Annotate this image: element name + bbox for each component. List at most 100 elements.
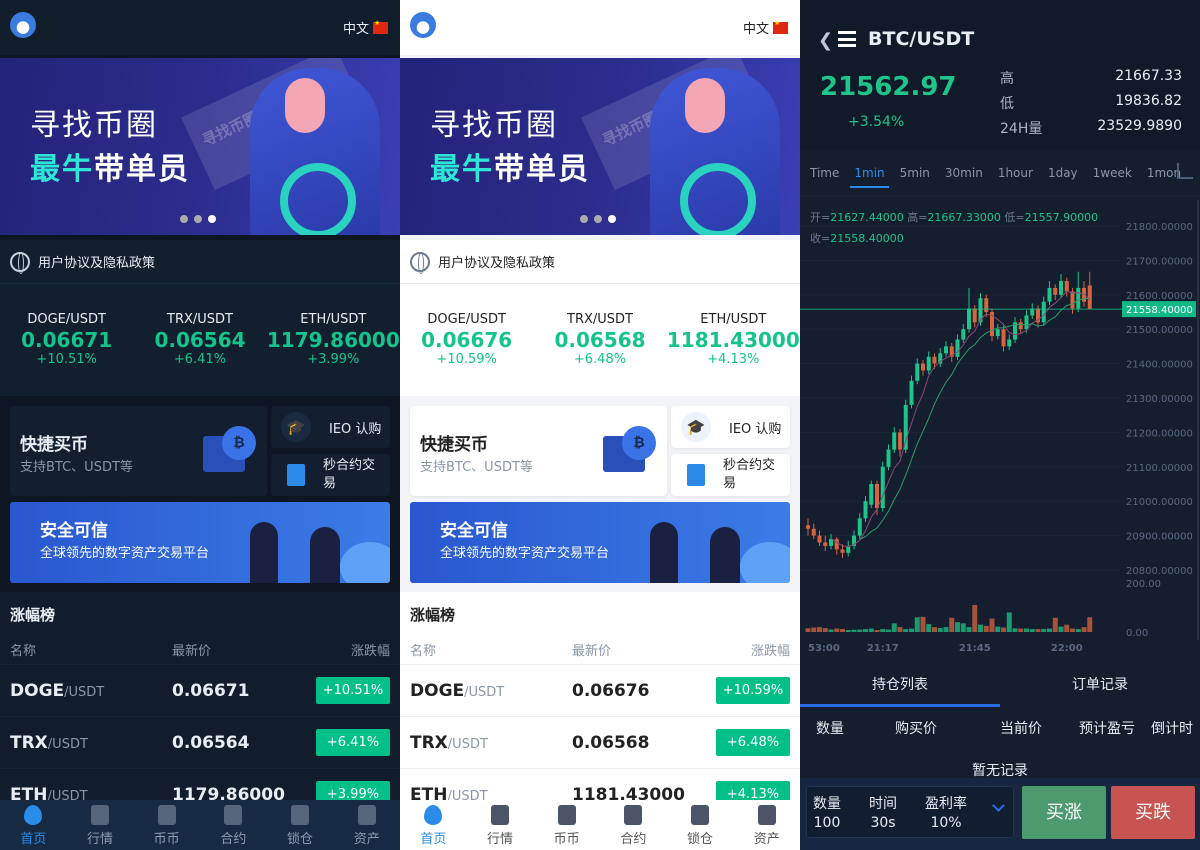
notice-bar[interactable]: 用户协议及隐私政策 [400, 240, 800, 284]
ticker-pair: TRX/USDT [167, 312, 233, 327]
volume-bar [822, 628, 828, 632]
ieo-card[interactable]: 🎓 IEO 认购 [671, 406, 790, 448]
second-contract-card[interactable]: 秒合约交易 [271, 454, 390, 496]
buy-down-button[interactable]: 买跌 [1111, 786, 1195, 839]
volume-bar [834, 628, 840, 632]
y-tick-label: 21800.00000 [1126, 222, 1193, 233]
candle-body [955, 339, 960, 357]
notice-text: 用户协议及隐私政策 [438, 256, 556, 271]
y-tick-label: 20800.00000 [1126, 566, 1193, 577]
carousel-dots[interactable] [580, 215, 616, 223]
interval-tab-1week[interactable]: 1week [1093, 166, 1132, 180]
security-banner[interactable]: 安全可信 全球领先的数字资产交易平台 [10, 502, 390, 583]
volume-bar [817, 627, 822, 632]
candle-body [806, 525, 810, 529]
ticker-item[interactable]: ETH/USDT 1179.86000 +3.99% [267, 284, 400, 396]
table-row[interactable]: DOGE/USDT 0.06676 +10.59% [400, 664, 800, 716]
stat-volume-label: 24H量 [1000, 121, 1043, 137]
nav-item[interactable]: 锁仓 [267, 800, 334, 850]
candle-body [1024, 315, 1029, 330]
promo-banner[interactable]: 寻找币圈最牛带单员 寻找币圈 最牛带单员 [400, 58, 800, 235]
interval-tab-30min[interactable]: 30min [945, 166, 983, 180]
nav-label: 币币 [153, 832, 180, 847]
moving-average-line [859, 298, 1090, 540]
ticker-change: +10.51% [36, 352, 97, 367]
language-switcher[interactable]: 中文 [343, 18, 388, 37]
candle-body [915, 363, 920, 381]
volume-bar [960, 623, 966, 632]
carousel-dots[interactable] [180, 215, 216, 223]
table-row[interactable]: TRX/USDT 0.06564 +6.41% [0, 716, 400, 768]
ticker-change: +6.48% [573, 352, 627, 367]
interval-tab-1hour[interactable]: 1hour [998, 166, 1033, 180]
volume-bar [903, 629, 909, 632]
nav-item[interactable]: 资产 [733, 800, 800, 850]
nav-item[interactable]: 锁仓 [667, 800, 734, 850]
banner-illustration [650, 68, 780, 235]
nav-item[interactable]: 首页 [400, 800, 467, 850]
candlestick-chart[interactable]: 21800.00000 21700.00000 21600.00000 21500.0… [800, 200, 1200, 660]
candle-body [829, 539, 833, 546]
candle-body [1053, 287, 1058, 295]
security-banner[interactable]: 安全可信 全球领先的数字资产交易平台 [410, 502, 790, 583]
volume-bar [880, 629, 886, 632]
volume-bar [920, 616, 926, 632]
current-price: 21562.97 [820, 72, 957, 102]
ticker-item[interactable]: DOGE/USDT 0.06676 +10.59% [400, 284, 533, 396]
ticker-item[interactable]: TRX/USDT 0.06564 +6.41% [133, 284, 266, 396]
tab-positions[interactable]: 持仓列表 [800, 665, 1000, 707]
table-row[interactable]: TRX/USDT 0.06568 +6.48% [400, 716, 800, 768]
nav-item[interactable]: 首页 [0, 800, 67, 850]
back-icon[interactable]: ❮ [818, 30, 833, 51]
quick-buy-card[interactable]: 快捷买币 支持BTC、USDT等 ₿ [410, 406, 667, 496]
volume-bar [978, 624, 983, 632]
nav-item[interactable]: 币币 [133, 800, 200, 850]
nav-item[interactable]: 行情 [67, 800, 134, 850]
interval-tab-1min[interactable]: 1min [850, 166, 889, 188]
volume-bar [828, 629, 834, 632]
security-title: 安全可信 [40, 521, 108, 541]
interval-tab-1mon[interactable]: 1mon [1147, 166, 1181, 180]
buy-up-button[interactable]: 买涨 [1022, 786, 1106, 839]
ticker-item[interactable]: TRX/USDT 0.06568 +6.48% [533, 284, 666, 396]
ticker-strip: DOGE/USDT 0.06676 +10.59% TRX/USDT 0.06568 +6… [400, 284, 800, 396]
notice-bar[interactable]: 用户协议及隐私政策 [0, 240, 400, 284]
volume-bar [972, 605, 978, 632]
chevron-down-icon[interactable] [992, 799, 1005, 812]
menu-list-icon[interactable] [838, 31, 856, 47]
order-options-selector[interactable]: 数量 100 时间 30s 盈利率 10% [806, 786, 1014, 838]
rate-value: 10% [930, 815, 962, 831]
interval-tab-time[interactable]: Time [810, 166, 839, 180]
row-base: TRX [410, 733, 448, 753]
quick-buy-card[interactable]: 快捷买币 支持BTC、USDT等 ₿ [10, 406, 267, 496]
banner-line1: 寻找币圈 [30, 108, 158, 143]
wallet-icon [357, 805, 376, 825]
volume-bar [1087, 617, 1093, 632]
volume-bar [1035, 629, 1041, 632]
indicator-icon[interactable] [1177, 163, 1193, 179]
volume-bar [1052, 617, 1058, 632]
table-row[interactable]: DOGE/USDT 0.06671 +10.51% [0, 664, 400, 716]
x-tick-label: 21:45 [959, 643, 991, 654]
ticker-item[interactable]: DOGE/USDT 0.06671 +10.51% [0, 284, 133, 396]
nav-item[interactable]: 资产 [333, 800, 400, 850]
nav-item[interactable]: 合约 [200, 800, 267, 850]
nav-item[interactable]: 币币 [533, 800, 600, 850]
stat-low-value: 19836.82 [1115, 93, 1182, 109]
nav-item[interactable]: 合约 [600, 800, 667, 850]
notice-text: 用户协议及隐私政策 [38, 256, 156, 271]
language-switcher[interactable]: 中文 [743, 18, 788, 37]
interval-tab-1day[interactable]: 1day [1048, 166, 1078, 180]
ieo-card[interactable]: 🎓 IEO 认购 [271, 406, 390, 448]
interval-tab-5min[interactable]: 5min [900, 166, 930, 180]
volume-bar [1018, 628, 1024, 632]
security-subtitle: 全球领先的数字资产交易平台 [440, 546, 610, 561]
promo-banner[interactable]: 寻找币圈最牛带单员 寻找币圈 最牛带单员 [0, 58, 400, 235]
ticker-item[interactable]: ETH/USDT 1181.43000 +4.13% [667, 284, 800, 396]
second-contract-card[interactable]: 秒合约交易 [671, 454, 790, 496]
y-tick-label: 21500.00000 [1126, 325, 1193, 336]
tab-orders[interactable]: 订单记录 [1000, 665, 1200, 707]
last-price-label: 21558.40000 [1126, 305, 1193, 316]
nav-label: 行情 [87, 832, 114, 847]
nav-item[interactable]: 行情 [467, 800, 534, 850]
